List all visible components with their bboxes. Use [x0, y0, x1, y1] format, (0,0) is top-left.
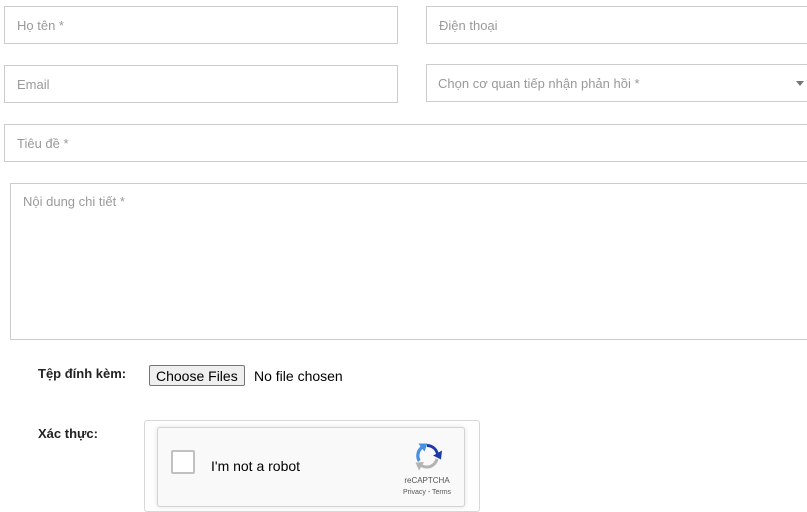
fullname-input[interactable]	[4, 6, 398, 44]
recaptcha-logo-icon	[415, 443, 442, 471]
attachment-label: Tệp đính kèm:	[38, 366, 127, 381]
chevron-down-icon	[796, 81, 804, 86]
subject-input[interactable]	[4, 124, 807, 162]
agency-select-placeholder: Chọn cơ quan tiếp nhận phản hồi *	[438, 76, 640, 91]
recaptcha-checkbox[interactable]	[171, 450, 195, 474]
recaptcha-widget: I'm not a robot reCAPTCHA Privacy - Term…	[157, 427, 465, 507]
terms-link[interactable]: Terms	[432, 489, 451, 496]
privacy-link[interactable]: Privacy	[403, 489, 426, 496]
verification-label: Xác thực:	[38, 426, 98, 441]
recaptcha-checkbox-label: I'm not a robot	[211, 458, 301, 474]
phone-input[interactable]	[426, 6, 807, 44]
recaptcha-links: Privacy - Terms	[388, 489, 466, 496]
agency-select[interactable]: Chọn cơ quan tiếp nhận phản hồi *	[426, 64, 807, 102]
recaptcha-brand: reCAPTCHA	[404, 476, 450, 485]
file-status-text: No file chosen	[254, 368, 343, 384]
choose-files-button[interactable]: Choose Files	[149, 365, 245, 386]
details-textarea[interactable]	[10, 183, 807, 340]
email-input[interactable]	[4, 65, 398, 103]
